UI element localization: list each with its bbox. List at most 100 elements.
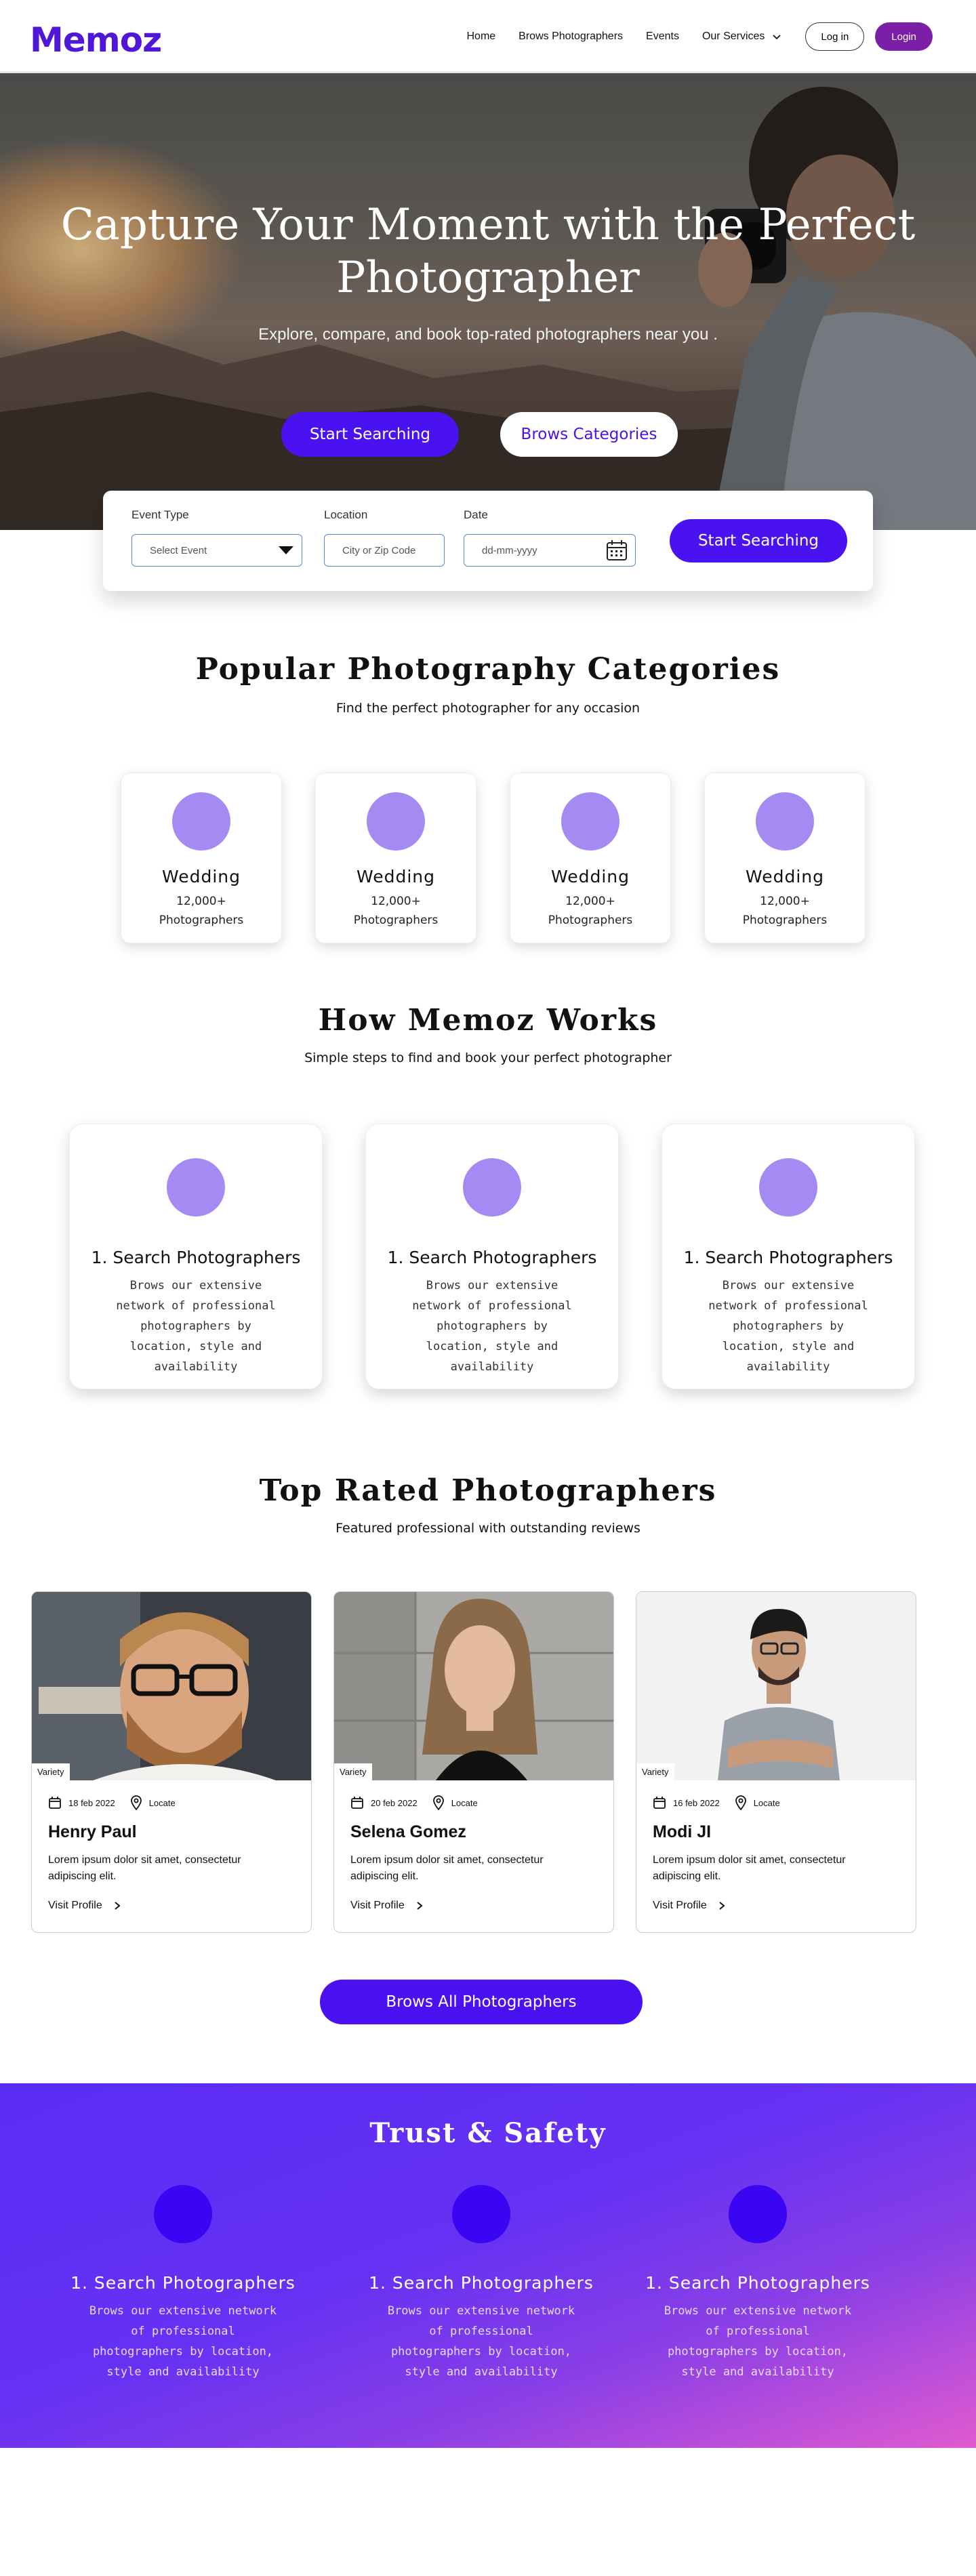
login-button[interactable]: Login [875,22,933,51]
category-name: Wedding [745,867,825,886]
category-name: Wedding [356,867,436,886]
chevron-right-icon [417,1902,423,1910]
photographer-photo-graphic [32,1592,311,1780]
photographer-description: Lorem ipsum dolor sit amet, consectetur … [350,1854,544,1882]
nav-link-home[interactable]: Home [466,30,495,43]
visit-profile-label: Visit Profile [48,1900,102,1911]
calendar-icon [351,1797,363,1809]
photographer-description: Lorem ipsum dolor sit amet, consectetur … [48,1854,241,1882]
variety-badge: Variety [32,1763,70,1780]
trust-icon-circle [452,2185,510,2243]
photographer-photo-graphic [334,1592,613,1780]
category-card[interactable]: Wedding 12,000+ Photographers [510,773,671,943]
location-input[interactable]: City or Zip Code [324,534,445,567]
calendar-icon[interactable] [605,539,628,562]
photographer-photo: Variety [636,1592,916,1780]
step-description: Brows our extensive network of professio… [412,1279,572,1374]
trust-item: 1. Search Photographers Brows our extens… [359,2185,603,2382]
category-card[interactable]: Wedding 12,000+ Photographers [315,773,476,943]
hero-start-searching-button[interactable]: Start Searching [281,412,459,457]
trust-item-title: 1. Search Photographers [369,2273,594,2293]
photographer-description: Lorem ipsum dolor sit amet, consectetur … [653,1854,846,1882]
step-title: 1. Search Photographers [387,1248,597,1267]
nav-link-our-services-label: Our Services [702,30,765,42]
photographer-name: Henry Paul [48,1822,137,1841]
date-input[interactable]: dd-mm-yyyy [464,534,636,567]
photographer-name: Selena Gomez [350,1822,466,1841]
card-date: 16 feb 2022 [673,1797,720,1808]
chevron-right-icon [115,1902,121,1910]
location-meta: Locate [735,1795,780,1810]
trust-item-description: Brows our extensive network of professio… [387,2304,575,2379]
card-date: 18 feb 2022 [68,1797,115,1808]
photographer-meta: 16 feb 2022 Locate [653,1795,795,1810]
photographer-photo: Variety [32,1592,311,1780]
step-icon-circle [167,1158,225,1217]
top-rated-title: Top Rated Photographers [259,1473,717,1508]
categories-subtitle: Find the perfect photographer for any oc… [336,701,640,716]
trust-item: 1. Search Photographers Brows our extens… [636,2185,880,2382]
category-card[interactable]: Wedding 12,000+ Photographers [121,773,282,943]
event-type-select[interactable]: Select Event [131,534,302,567]
date-label: Date [464,508,488,521]
categories-title: Popular Photography Categories [195,652,781,687]
how-it-works-title: How Memoz Works [318,1003,658,1038]
variety-badge: Variety [334,1763,372,1780]
chevron-down-icon [773,35,781,40]
trust-icon-circle [729,2185,787,2243]
photographer-photo-graphic [636,1592,916,1780]
category-icon-circle [172,792,230,851]
brows-all-photographers-button[interactable]: Brows All Photographers [320,1980,643,2024]
card-locate: Locate [451,1797,478,1808]
visit-profile-link[interactable]: Visit Profile [653,1900,726,1912]
calendar-icon [49,1797,61,1809]
trust-item-title: 1. Search Photographers [70,2273,296,2293]
trust-item: 1. Search Photographers Brows our extens… [61,2185,305,2382]
step-icon-circle [463,1158,521,1217]
category-icon-circle [367,792,425,851]
photographer-card[interactable]: Variety 18 feb 2022 Locate Henry Paul Lo… [31,1591,312,1933]
trust-safety-section: Trust & Safety 1. Search Photographers B… [0,2083,976,2448]
calendar-icon [653,1797,666,1809]
photographer-name: Modi JI [653,1822,712,1841]
log-in-button[interactable]: Log in [805,22,865,51]
category-card[interactable]: Wedding 12,000+ Photographers [704,773,866,943]
search-start-searching-button[interactable]: Start Searching [670,519,847,563]
location-label: Location [324,508,368,521]
category-name: Wedding [161,867,241,886]
nav-link-events[interactable]: Events [646,30,679,43]
step-card: 1. Search Photographers Brows our extens… [662,1124,915,1389]
nav-link-our-services[interactable]: Our Services [702,30,782,43]
photographer-card[interactable]: Variety 16 feb 2022 Locate Modi JI Lorem… [636,1591,916,1933]
trust-item-title: 1. Search Photographers [645,2273,870,2293]
visit-profile-link[interactable]: Visit Profile [48,1900,121,1912]
logo[interactable]: Memoz [30,20,162,60]
category-name: Wedding [550,867,630,886]
dropdown-arrow-icon [279,546,293,554]
photographer-photo: Variety [334,1592,613,1780]
location-placeholder: City or Zip Code [342,544,416,556]
card-locate: Locate [148,1797,176,1808]
chevron-right-icon [719,1902,725,1910]
visit-profile-label: Visit Profile [350,1900,405,1911]
visit-profile-link[interactable]: Visit Profile [350,1900,424,1912]
hero-brows-categories-button[interactable]: Brows Categories [500,412,678,457]
location-pin-icon [432,1795,444,1810]
step-title: 1. Search Photographers [91,1248,301,1267]
category-count: 12,000+ Photographers [742,895,828,927]
date-meta: 18 feb 2022 [48,1796,115,1810]
category-count: 12,000+ Photographers [353,895,439,927]
hero-subtitle: Explore, compare, and book top-rated pho… [258,325,718,344]
event-type-label: Event Type [131,508,189,521]
visit-profile-label: Visit Profile [653,1900,707,1911]
photographer-meta: 20 feb 2022 Locate [350,1795,493,1810]
trust-item-description: Brows our extensive network of professio… [89,2304,277,2379]
step-card: 1. Search Photographers Brows our extens… [69,1124,323,1389]
nav-link-brows-photographers[interactable]: Brows Photographers [518,30,623,43]
hero-section: Capture Your Moment with the Perfect Pho… [0,73,976,530]
top-navbar: Memoz Home Brows Photographers Events Ou… [0,0,976,73]
category-count: 12,000+ Photographers [548,895,633,927]
photographer-card[interactable]: Variety 20 feb 2022 Locate Selena Gomez … [333,1591,614,1933]
location-pin-icon [130,1795,142,1810]
date-meta: 20 feb 2022 [350,1796,418,1810]
